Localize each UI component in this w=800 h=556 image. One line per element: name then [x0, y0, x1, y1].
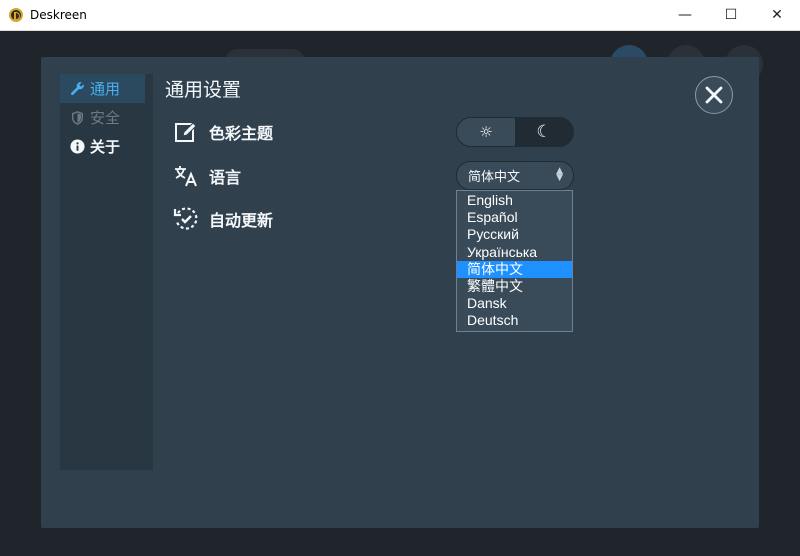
- close-window-button[interactable]: ✕: [754, 0, 800, 30]
- history-icon: [173, 206, 199, 232]
- translate-icon: [173, 163, 199, 189]
- language-option[interactable]: Dansk: [457, 295, 572, 312]
- language-select[interactable]: 简体中文 ▲ ▼: [456, 161, 574, 190]
- sidebar-item-label: 安全: [90, 109, 121, 127]
- language-option[interactable]: 繁體中文: [457, 278, 572, 295]
- language-option[interactable]: Deutsch: [457, 312, 572, 329]
- sun-icon: ☼: [479, 123, 493, 141]
- language-dropdown-list: English Español Русский Українська 简体中文 …: [456, 190, 573, 332]
- info-icon: [69, 139, 85, 154]
- light-theme-button[interactable]: ☼: [457, 118, 515, 146]
- dialog-title: 通用设置: [165, 79, 242, 101]
- window-title: Deskreen: [30, 8, 87, 22]
- setting-auto-update: 自动更新: [173, 206, 273, 232]
- sidebar-item-general[interactable]: 通用: [60, 74, 145, 103]
- setting-color-theme: 色彩主题: [173, 119, 273, 145]
- language-option[interactable]: Українська: [457, 244, 572, 261]
- edit-icon: [173, 119, 199, 145]
- minimize-button[interactable]: —: [662, 0, 708, 30]
- setting-language: 语言: [173, 163, 241, 189]
- moon-icon: ☾: [536, 122, 552, 142]
- sidebar-item-label: 通用: [90, 80, 121, 98]
- settings-dialog: 通用 安全 关于 通用设置 色彩主题 语言 自动更新 ☼ ☾ 简体中文 ▲ ▼ …: [41, 57, 759, 528]
- language-select-value: 简体中文: [468, 170, 521, 185]
- setting-label: 色彩主题: [209, 124, 274, 143]
- window-titlebar: Deskreen — ☐ ✕: [0, 0, 800, 31]
- deskreen-logo-icon: [9, 8, 23, 22]
- close-icon: [705, 86, 723, 104]
- setting-label: 自动更新: [209, 211, 274, 230]
- language-option[interactable]: Русский: [457, 226, 572, 243]
- language-option[interactable]: English: [457, 192, 572, 209]
- close-dialog-button[interactable]: [695, 76, 733, 114]
- select-caret-icon: ▲ ▼: [556, 166, 563, 183]
- settings-sidebar: 通用 安全 关于: [60, 74, 153, 470]
- sidebar-item-about[interactable]: 关于: [60, 132, 153, 161]
- sidebar-item-security[interactable]: 安全: [60, 103, 153, 132]
- language-option-selected[interactable]: 简体中文: [457, 260, 572, 278]
- shield-icon: [69, 110, 85, 125]
- wrench-icon: [69, 81, 85, 96]
- setting-label: 语言: [209, 168, 242, 187]
- sidebar-item-label: 关于: [90, 138, 121, 156]
- window-controls: — ☐ ✕: [662, 0, 800, 30]
- theme-toggle: ☼ ☾: [456, 117, 574, 147]
- language-option[interactable]: Español: [457, 209, 572, 226]
- maximize-button[interactable]: ☐: [708, 0, 754, 30]
- dark-theme-button[interactable]: ☾: [515, 118, 573, 146]
